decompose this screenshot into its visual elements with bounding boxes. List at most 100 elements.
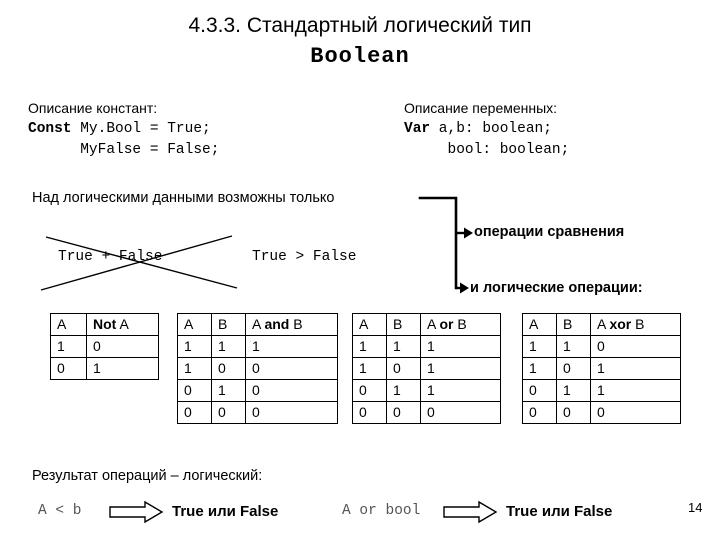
example-1-result: True или False [172, 503, 279, 520]
page-title-line1: 4.3.3. Стандартный логический тип [188, 14, 532, 37]
cell-b: 0 [556, 401, 591, 424]
cell-b: 1 [386, 379, 421, 402]
table-row: 1 0 1 [352, 357, 501, 380]
column-header-a: A [177, 313, 212, 336]
cell-b: 0 [556, 357, 591, 380]
cell-result: 0 [245, 379, 338, 402]
operator-name: and [264, 316, 290, 332]
example-2-result: True или False [506, 503, 613, 520]
cell-b: 1 [556, 379, 591, 402]
table-header-row: A B A or B [352, 313, 501, 336]
cell-result: 1 [590, 357, 681, 380]
cell-a: 0 [177, 401, 212, 424]
const-line1-rest: My.Bool = True; [71, 121, 211, 137]
truth-table-or: A B A or B 1 1 1 1 0 1 0 1 1 0 0 0 [352, 313, 501, 424]
table-row: 0 1 0 [177, 379, 338, 402]
cell-result: 1 [590, 379, 681, 402]
operator-name: xor [609, 316, 632, 332]
truth-table-not: A Not A 1 0 0 1 [50, 313, 159, 380]
constants-code-line2: MyFalse = False; [28, 142, 220, 158]
cell-a: 0 [177, 379, 212, 402]
cell-a: 1 [177, 335, 212, 358]
cell-result: 0 [245, 401, 338, 424]
column-header-a-and-b: A and B [245, 313, 338, 336]
table-row: 0 1 1 [522, 379, 681, 402]
example-2-expression: A or bool [342, 503, 421, 519]
var-keyword: Var [404, 121, 431, 137]
cell-b: 1 [211, 379, 246, 402]
cell-b: 0 [386, 401, 421, 424]
cell-a: 0 [352, 401, 387, 424]
cell-b: 1 [211, 335, 246, 358]
cell-b: 1 [386, 335, 421, 358]
cell-result: 0 [420, 401, 501, 424]
cell-b: 0 [386, 357, 421, 380]
table-row: 1 0 [50, 335, 159, 358]
table-row: 0 0 0 [352, 401, 501, 424]
table-row: 0 1 1 [352, 379, 501, 402]
cell-result: 1 [245, 335, 338, 358]
page-title-line2: Boolean [310, 44, 410, 69]
cell-a: 0 [352, 379, 387, 402]
cell-a: 1 [352, 335, 387, 358]
cell-a: 1 [50, 335, 87, 358]
cell-a: 1 [352, 357, 387, 380]
operator-name: or [439, 316, 454, 332]
cell-b: 1 [556, 335, 591, 358]
table-header-row: A Not A [50, 313, 159, 336]
table-row: 1 0 1 [522, 357, 681, 380]
variables-code-line2: bool: boolean; [404, 142, 570, 158]
column-header-a: A [352, 313, 387, 336]
branch-arrow-2-head [460, 282, 469, 294]
const-keyword: Const [28, 121, 72, 137]
cell-a: 0 [50, 357, 87, 380]
crossed-out-expression: True + False [58, 249, 163, 265]
table-row: 1 1 1 [352, 335, 501, 358]
branch-label-comparison: операции сравнения [474, 224, 625, 240]
cell-result: 1 [420, 335, 501, 358]
column-header-b: B [386, 313, 421, 336]
annotation-overlay [40, 196, 498, 524]
column-header-b: B [556, 313, 591, 336]
cell-a: 0 [522, 401, 557, 424]
table-row: 0 0 0 [522, 401, 681, 424]
variables-heading: Описание переменных: [404, 100, 558, 116]
branch-arrow-1-head [464, 227, 473, 239]
table-header-row: A B A and B [177, 313, 338, 336]
bracket-connector [418, 196, 458, 290]
column-header-a: A [50, 313, 87, 336]
cell-a: 1 [177, 357, 212, 380]
truth-table-and: A B A and B 1 1 1 1 0 0 0 1 0 0 0 0 [177, 313, 338, 424]
cell-result: 0 [590, 401, 681, 424]
cell-result: 1 [86, 357, 159, 380]
result-type-heading: Результат операций – логический: [32, 468, 263, 484]
logical-data-lead-text: Над логическими данными возможны только [32, 190, 335, 206]
cell-a: 1 [522, 357, 557, 380]
table-row: 1 1 1 [177, 335, 338, 358]
cell-result: 0 [245, 357, 338, 380]
table-row: 1 0 0 [177, 357, 338, 380]
cell-b: 0 [211, 401, 246, 424]
cell-result: 1 [420, 357, 501, 380]
cell-result: 1 [420, 379, 501, 402]
column-header-a-or-b: A or B [420, 313, 501, 336]
table-header-row: A B A xor B [522, 313, 681, 336]
example-1-expression: A < b [38, 503, 82, 519]
cell-result: 0 [86, 335, 159, 358]
page-number: 14 [688, 500, 703, 515]
column-header-b: B [211, 313, 246, 336]
cell-a: 0 [522, 379, 557, 402]
table-row: 0 0 0 [177, 401, 338, 424]
table-row: 1 1 0 [522, 335, 681, 358]
cell-a: 1 [522, 335, 557, 358]
constants-heading: Описание констант: [28, 100, 158, 116]
column-header-a: A [522, 313, 557, 336]
column-header-not-a: Not A [86, 313, 159, 336]
truth-table-xor: A B A xor B 1 1 0 1 0 1 0 1 1 0 0 0 [522, 313, 681, 424]
cell-b: 0 [211, 357, 246, 380]
cell-result: 0 [590, 335, 681, 358]
table-row: 0 1 [50, 357, 159, 380]
block-arrow-1 [109, 500, 164, 524]
block-arrow-2 [443, 500, 498, 524]
slide-canvas: 4.3.3. Стандартный логический тип Boolea… [0, 0, 720, 540]
